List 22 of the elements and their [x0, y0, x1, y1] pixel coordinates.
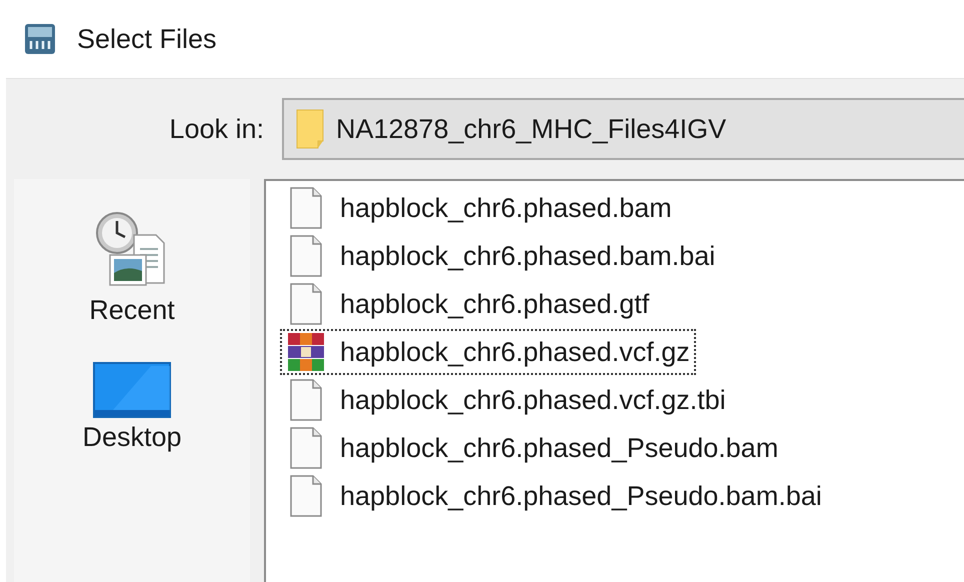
- document-icon: [289, 427, 323, 469]
- document-icon: [289, 235, 323, 277]
- file-item[interactable]: hapblock_chr6.phased.gtf: [280, 281, 656, 327]
- file-item[interactable]: hapblock_chr6.phased_Pseudo.bam.bai: [280, 473, 828, 519]
- sidebar-item[interactable]: Desktop: [82, 362, 182, 453]
- file-item[interactable]: hapblock_chr6.phased.bam.bai: [280, 233, 722, 279]
- document-icon: [289, 475, 323, 517]
- file-item[interactable]: hapblock_chr6.phased.vcf.gz: [280, 329, 696, 375]
- look-in-dropdown[interactable]: NA12878_chr6_MHC_Files4IGV: [282, 98, 964, 160]
- archive-icon: [286, 332, 326, 372]
- file-item[interactable]: hapblock_chr6.phased_Pseudo.bam: [280, 425, 784, 471]
- document-icon: [289, 379, 323, 421]
- document-icon: [289, 283, 323, 325]
- desktop-icon: [93, 362, 171, 418]
- document-icon: [289, 187, 323, 229]
- file-item[interactable]: hapblock_chr6.phased.bam: [280, 185, 678, 231]
- app-icon: [25, 24, 55, 54]
- window-title: Select Files: [77, 24, 217, 54]
- sidebar-item[interactable]: Recent: [89, 211, 175, 326]
- look-in-label: Look in:: [168, 114, 264, 144]
- folder-icon: [296, 109, 324, 149]
- file-item[interactable]: hapblock_chr6.phased.vcf.gz.tbi: [280, 377, 732, 423]
